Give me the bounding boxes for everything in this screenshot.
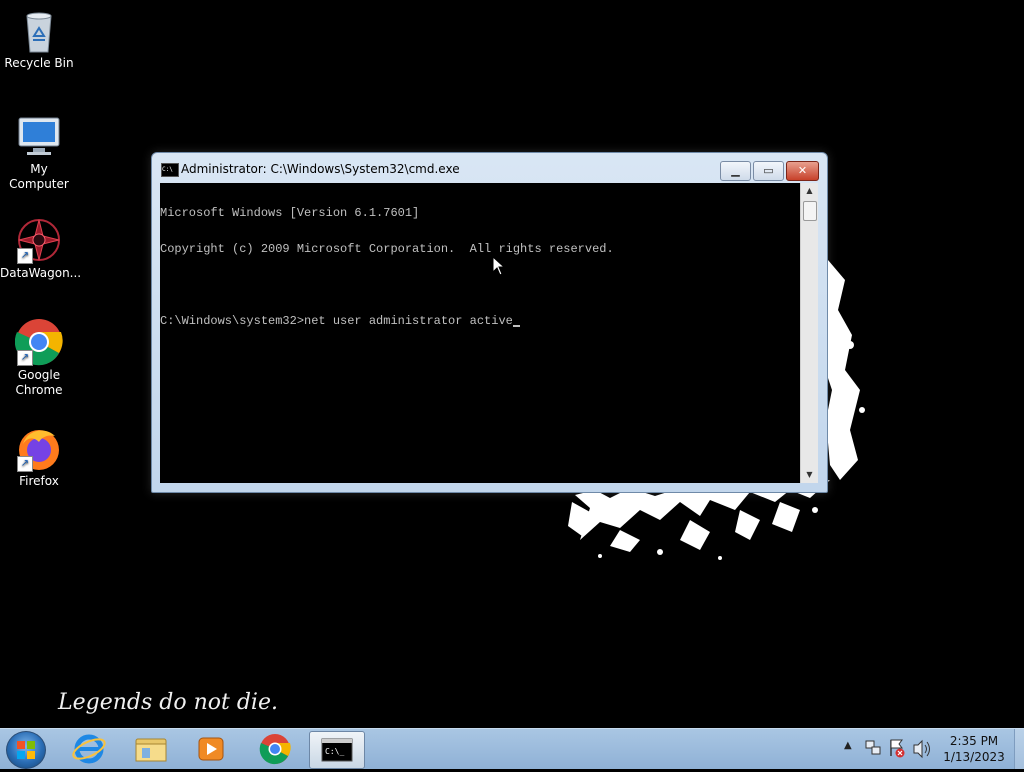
- window-titlebar[interactable]: C:\ Administrator: C:\Windows\System32\c…: [152, 153, 827, 183]
- desktop-icon-label: Recycle Bin: [4, 56, 74, 70]
- volume-icon: [913, 739, 930, 759]
- window-title: Administrator: C:\Windows\System32\cmd.e…: [181, 162, 460, 176]
- chrome-icon: ↗: [14, 318, 63, 366]
- datawagon-icon: ↗: [15, 216, 63, 264]
- clock-time: 2:35 PM: [949, 734, 999, 748]
- console-command-line[interactable]: C:\Windows\system32>net user administrat…: [160, 315, 800, 327]
- close-icon: ✕: [797, 164, 808, 177]
- file-explorer-icon: [135, 738, 167, 762]
- chrome-icon: [259, 734, 291, 765]
- action-center-icon: [890, 739, 905, 758]
- firefox-icon: ↗: [15, 424, 63, 472]
- computer-icon: [15, 112, 63, 160]
- desktop-icon-label: My Computer: [9, 162, 69, 191]
- media-player-icon: [198, 737, 224, 761]
- cmd-window[interactable]: C:\ Administrator: C:\Windows\System32\c…: [151, 152, 828, 493]
- cmd-icon: C:\_: [321, 738, 353, 762]
- desktop-icon-recycle-bin[interactable]: Recycle Bin: [0, 6, 78, 71]
- scroll-down-icon[interactable]: ▼: [801, 467, 818, 483]
- wallpaper-tagline: Legends do not die.: [58, 690, 278, 715]
- close-button[interactable]: ✕: [786, 161, 819, 181]
- start-button[interactable]: [6, 731, 46, 769]
- desktop-icon-label-line1: Google: [17, 368, 61, 382]
- clock-date: 1/13/2023: [943, 750, 1005, 764]
- mouse-pointer-icon: [492, 256, 506, 276]
- desktop-icon-label: DataWagon...: [0, 266, 82, 280]
- desktop-icon-label-line2: Chrome: [15, 383, 63, 397]
- console-line: Copyright (c) 2009 Microsoft Corporation…: [160, 242, 614, 256]
- taskbar-media-player[interactable]: [184, 731, 238, 767]
- console-line: C:\Windows\system32>net user administrat…: [160, 314, 513, 328]
- desktop-icon-firefox[interactable]: ↗ Firefox: [0, 424, 78, 489]
- desktop-icon-label: Firefox: [19, 474, 59, 488]
- minimize-icon: ▁: [731, 164, 740, 177]
- recycle-bin-icon: [15, 6, 63, 54]
- text-cursor: [512, 315, 520, 327]
- show-desktop-button[interactable]: [1014, 729, 1024, 769]
- vertical-scrollbar[interactable]: ▲ ▼: [800, 183, 818, 483]
- console-output[interactable]: Microsoft Windows [Version 6.1.7601] Cop…: [160, 183, 800, 483]
- taskbar-cmd[interactable]: C:\_: [309, 731, 365, 769]
- tray-network[interactable]: [864, 729, 882, 769]
- maximize-icon: ▭: [763, 164, 774, 177]
- desktop-icon-datawagon[interactable]: ↗ DataWagon...: [0, 216, 82, 281]
- tray-volume[interactable]: [912, 729, 932, 769]
- internet-explorer-icon: [72, 734, 106, 764]
- svg-text:C:\_: C:\_: [325, 747, 344, 756]
- desktop-icon-my-computer[interactable]: My Computer: [0, 112, 78, 192]
- scroll-thumb[interactable]: [803, 201, 817, 221]
- desktop-icon-google-chrome[interactable]: ↗ Google Chrome: [0, 318, 78, 398]
- taskbar-file-explorer[interactable]: [124, 731, 178, 767]
- maximize-button[interactable]: ▭: [753, 161, 784, 181]
- tray-action-center[interactable]: [888, 729, 906, 769]
- windows-logo-icon: [17, 741, 35, 759]
- scroll-up-icon[interactable]: ▲: [801, 183, 818, 199]
- shortcut-arrow-icon: ↗: [17, 248, 33, 264]
- taskbar-internet-explorer[interactable]: [62, 731, 116, 767]
- shortcut-arrow-icon: ↗: [17, 350, 33, 366]
- show-hidden-icons-arrow: ▲: [844, 740, 852, 751]
- taskbar-chrome[interactable]: [248, 731, 302, 767]
- taskbar: C:\_ ▲ 2:35 PM 1/13/2023: [0, 728, 1024, 769]
- cmd-icon: C:\: [161, 163, 179, 177]
- shortcut-arrow-icon: ↗: [17, 456, 33, 472]
- taskbar-clock[interactable]: 2:35 PM 1/13/2023: [938, 733, 1010, 765]
- console-line: Microsoft Windows [Version 6.1.7601]: [160, 206, 420, 220]
- minimize-button[interactable]: ▁: [720, 161, 751, 181]
- network-icon: [865, 740, 881, 755]
